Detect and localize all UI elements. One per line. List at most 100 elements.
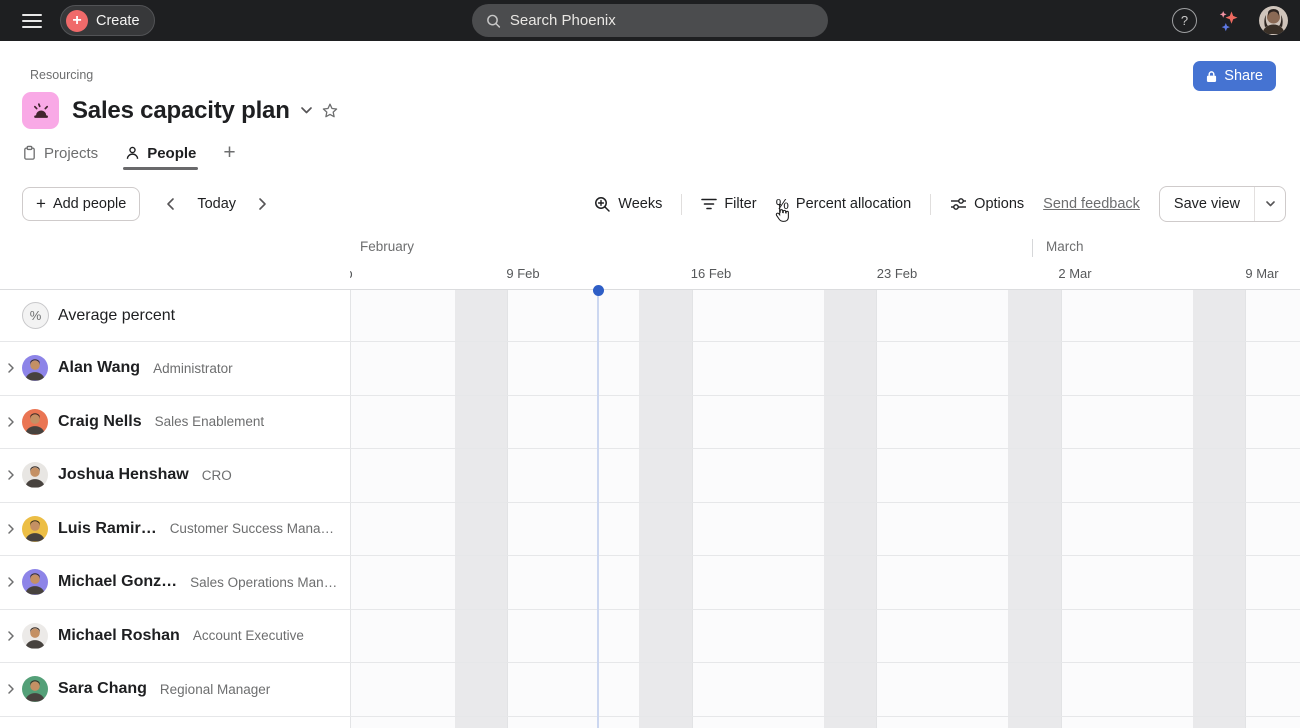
options-button[interactable]: Options [950,196,1024,212]
expand-chevron[interactable] [4,416,18,428]
help-glyph: ? [1181,13,1188,28]
today-button[interactable]: Today [197,196,236,212]
percent-icon: % [22,302,49,329]
percent-allocation-label: Percent allocation [796,196,911,212]
search-icon [486,13,501,29]
breadcrumb[interactable]: Resourcing [30,68,93,82]
partial-row [0,717,1300,728]
search-input[interactable] [510,12,814,29]
add-tab-button[interactable]: + [223,143,235,163]
expand-chevron[interactable] [4,576,18,588]
table-row[interactable]: Craig NellsSales Enablement [0,396,1300,450]
table-row[interactable]: Michael Gonz… Sales Operations Man… [0,556,1300,610]
plus-icon: + [66,10,88,32]
schedule-area: February March 2 Feb 9 Feb 16 Feb 23 Feb 2 Ma… [0,228,1300,728]
avatar[interactable] [22,462,48,488]
month-tick [1032,239,1033,257]
person-name[interactable]: Craig Nells [58,413,142,431]
person-role: Customer Success Mana… [170,521,334,536]
table-row[interactable]: %Average percent [0,290,1300,342]
clipboard-icon [22,145,37,161]
save-view-caret[interactable] [1254,187,1285,221]
week-date-label: 16 Feb [691,266,731,281]
send-feedback-link[interactable]: Send feedback [1043,196,1140,212]
month-label: March [1046,239,1084,254]
avatar[interactable] [22,355,48,381]
share-button[interactable]: Share [1193,61,1276,91]
topbar: + Create ? [0,0,1300,41]
expand-chevron[interactable] [4,683,18,695]
chevron-down-icon [1265,200,1276,208]
person-role: Account Executive [193,628,304,643]
filter-button[interactable]: Filter [701,196,756,212]
expand-chevron[interactable] [4,523,18,535]
table-row[interactable]: Alan Wang Administrator [0,342,1300,396]
week-date-label: 2 Mar [1058,266,1091,281]
table-row[interactable]: Michael Roshan Account Executive [0,610,1300,664]
person-role: Sales Operations Man… [190,575,337,590]
save-view-button: Save view [1159,186,1286,222]
percent-allocation-button[interactable]: % Percent allocation [776,196,912,213]
create-label: Create [96,13,140,29]
avatar[interactable] [22,623,48,649]
add-people-label: Add people [53,196,126,212]
options-label: Options [974,196,1024,212]
week-date-label: 9 Feb [506,266,539,281]
person-name[interactable]: Joshua Henshaw [58,466,189,484]
sliders-icon [950,196,967,212]
help-button[interactable]: ? [1172,8,1197,33]
prev-week-button[interactable] [162,193,179,215]
star-icon[interactable] [321,102,339,120]
tab-projects[interactable]: Projects [22,145,98,162]
ai-sparkles-icon[interactable] [1216,8,1240,34]
person-name[interactable]: Michael Gonz… [58,573,177,591]
person-role: Administrator [153,361,233,376]
avatar[interactable] [22,676,48,702]
avatar[interactable] [22,516,48,542]
zoom-in-icon [594,196,611,213]
search-bar[interactable] [472,4,828,37]
zoom-weeks-button[interactable]: Weeks [594,196,662,213]
user-avatar[interactable] [1259,6,1288,35]
page-title[interactable]: Sales capacity plan [72,97,290,125]
week-date-label: 9 Mar [1245,266,1278,281]
title-row: Sales capacity plan [22,92,339,129]
month-label: February [360,239,414,254]
filter-icon [701,197,717,211]
divider [930,194,931,215]
week-date-label: 2 Feb [350,266,353,281]
topbar-right: ? [1172,0,1300,41]
week-date-label: 23 Feb [877,266,917,281]
app: + Create ? [0,0,1300,728]
add-people-button[interactable]: + Add people [22,187,140,221]
avatar[interactable] [22,409,48,435]
timeline-dates: 2 Feb 9 Feb 16 Feb 23 Feb 2 Mar 9 Mar [350,266,1300,284]
table-row[interactable]: Joshua HenshawCRO [0,449,1300,503]
expand-chevron[interactable] [4,630,18,642]
percent-icon: % [776,196,789,213]
weeks-label: Weeks [618,196,662,212]
expand-chevron[interactable] [4,362,18,374]
chevron-down-icon[interactable] [300,106,313,115]
tab-projects-label: Projects [44,145,98,162]
person-name[interactable]: Luis Ramir… [58,520,157,538]
next-week-button[interactable] [254,193,271,215]
person-name[interactable]: Sara Chang [58,680,147,698]
tab-people[interactable]: People [125,145,196,162]
person-name[interactable]: Michael Roshan [58,627,180,645]
table-row[interactable]: Sara ChangRegional Manager [0,663,1300,717]
siren-icon[interactable] [22,92,59,129]
save-view-main[interactable]: Save view [1160,187,1254,221]
filter-label: Filter [724,196,756,212]
create-button[interactable]: + Create [60,5,155,36]
person-name[interactable]: Alan Wang [58,359,140,377]
expand-chevron[interactable] [4,469,18,481]
timeline-header: February March 2 Feb 9 Feb 16 Feb 23 Feb 2 Ma… [0,228,1300,290]
toolbar: + Add people Today Weeks [0,181,1300,227]
toolbar-left: + Add people Today [22,181,271,227]
person-icon [125,145,140,161]
avatar[interactable] [22,569,48,595]
menu-icon[interactable] [22,14,42,28]
toolbar-right: Weeks Filter % Percent allocation [594,181,1286,227]
table-row[interactable]: Luis Ramir… Customer Success Mana… [0,503,1300,557]
